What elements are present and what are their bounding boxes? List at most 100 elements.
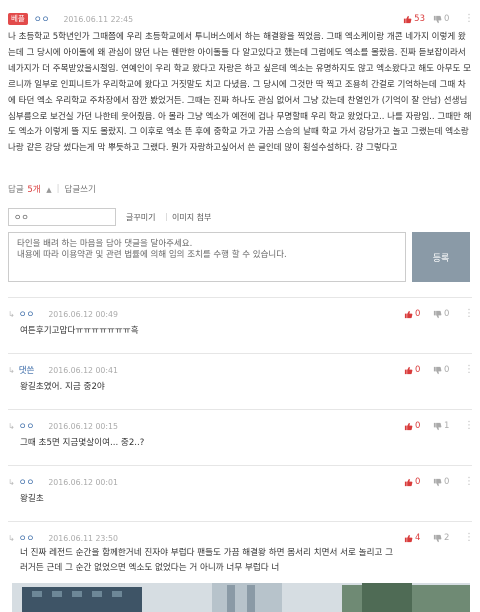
comment-text: 그때 초5면 지금몇살이여... 중2..? xyxy=(20,438,145,448)
reply-label: 답글 xyxy=(8,185,24,195)
comment-downvote-button[interactable]: 2 xyxy=(433,533,454,543)
comment-downvote-button[interactable]: 1 xyxy=(433,421,454,431)
comment-upvote-button[interactable]: 4 xyxy=(404,533,425,543)
comment-author[interactable]: ㅇㅇ xyxy=(19,532,35,544)
post-body: 나 초등학교 5학년인가 그때쯤에 우리 초등학교에서 투니버스에서 하는 해결… xyxy=(8,32,472,154)
comment-text-line: 러거든 근데 그 순간 없었으면 엑소도 없었다는 거 아니까 너무 부럽다 너 xyxy=(20,563,280,573)
comment-upvote-count: 0 xyxy=(415,421,421,431)
comment-author[interactable]: ㅇㅇ xyxy=(19,420,35,432)
comment-upvote-button[interactable]: 0 xyxy=(404,477,425,487)
more-options-icon[interactable]: ⋮ xyxy=(464,365,474,375)
comment-author[interactable]: 댓쓴 xyxy=(19,364,35,376)
building-photo xyxy=(12,583,470,612)
placeholder-line-2: 내용에 따라 이용약관 및 관련 법률에 의해 임의 조치를 수행 할 수 있습… xyxy=(17,250,287,260)
post-downvote-count: 0 xyxy=(444,14,450,24)
thumbs-down-icon xyxy=(433,310,442,318)
more-options-icon[interactable]: ⋮ xyxy=(464,421,474,431)
comment-photo[interactable] xyxy=(12,583,470,612)
comment-text: 여튼후기고맙다ㅠㅠㅠㅠㅠㅠㅠ흑 xyxy=(20,326,139,336)
comment-downvote-button[interactable]: 0 xyxy=(433,309,454,319)
comment-upvote-count: 0 xyxy=(415,365,421,375)
divider xyxy=(8,521,472,522)
comment-downvote-count: 1 xyxy=(444,421,450,431)
comment-textarea[interactable]: 타인을 배려 하는 마음을 담아 댓글을 달아주세요. 내용에 따라 이용약관 … xyxy=(8,232,406,282)
comment-meta: ↳ ㅇㅇ 2016.06.12 00:01 0 0 ⋮ xyxy=(0,475,480,489)
post-date: 2016.06.11 22:45 xyxy=(63,14,134,24)
thumbs-down-icon xyxy=(433,478,442,486)
comment-text: 왕길초였어. 지금 중2야 xyxy=(20,382,105,392)
thumbs-up-icon xyxy=(404,366,413,374)
comment-upvote-count: 0 xyxy=(415,309,421,319)
comment-author-name: ㅇㅇ xyxy=(18,310,35,320)
comment-downvote-button[interactable]: 0 xyxy=(433,365,454,375)
comment-downvote-count: 0 xyxy=(444,309,450,319)
post-downvote-button[interactable]: 0 xyxy=(433,14,454,24)
comment-date: 2016.06.12 00:01 xyxy=(48,477,118,487)
comment-author-name: ㅇㅇ xyxy=(18,534,35,544)
text-format-tool[interactable]: 글꾸미기 xyxy=(126,212,155,223)
comment-date: 2016.06.11 23:50 xyxy=(48,533,118,543)
post-meta: 베플 ㅇㅇ 2016.06.11 22:45 53 0 ⋮ xyxy=(0,12,480,26)
write-reply-link[interactable]: 답글쓰기 xyxy=(65,183,96,195)
comment-date: 2016.06.12 00:49 xyxy=(48,309,118,319)
post-author-name: ㅇㅇ xyxy=(33,15,50,25)
comment-upvote-button[interactable]: 0 xyxy=(404,421,425,431)
post-upvote-count: 53 xyxy=(414,14,425,24)
post-upvote-button[interactable]: 53 xyxy=(403,14,425,24)
comment-author[interactable]: ㅇㅇ xyxy=(19,476,35,488)
comment-downvote-count: 0 xyxy=(444,477,450,487)
comment-author[interactable]: ㅇㅇ xyxy=(19,308,35,320)
thumbs-down-icon xyxy=(433,422,442,430)
more-options-icon[interactable]: ⋮ xyxy=(464,309,474,319)
reply-count: 5개 xyxy=(27,185,41,195)
comment-author-name: ㅇㅇ xyxy=(18,478,35,488)
comment-upvote-count: 0 xyxy=(415,477,421,487)
reply-arrow-icon: ↳ xyxy=(8,421,15,431)
more-options-icon[interactable]: ⋮ xyxy=(464,14,474,24)
comment-bar: 답글 5개 ▲ | 답글쓰기 xyxy=(8,183,96,195)
comment-downvote-button[interactable]: 0 xyxy=(433,477,454,487)
comment-downvote-count: 2 xyxy=(444,533,450,543)
comment-downvote-count: 0 xyxy=(444,365,450,375)
thumbs-up-icon xyxy=(404,478,413,486)
comment-upvote-button[interactable]: 0 xyxy=(404,365,425,375)
thumbs-down-icon xyxy=(433,534,442,542)
comment-date: 2016.06.12 00:15 xyxy=(48,421,118,431)
more-options-icon[interactable]: ⋮ xyxy=(464,533,474,543)
thumbs-up-icon xyxy=(404,422,413,430)
thumbs-up-icon xyxy=(404,310,413,318)
comment-upvote-button[interactable]: 0 xyxy=(404,309,425,319)
divider xyxy=(8,465,472,466)
tool-divider: | xyxy=(165,212,168,221)
best-badge: 베플 xyxy=(8,13,28,25)
divider xyxy=(8,409,472,410)
reply-arrow-icon: ↳ xyxy=(8,365,15,375)
comment-author-name: 댓쓴 xyxy=(18,366,35,376)
comment-author-name: ㅇㅇ xyxy=(18,422,35,432)
comment-text: 왕길초 xyxy=(20,494,44,504)
comment-upvote-count: 4 xyxy=(415,533,421,543)
comment-meta: ↳ ㅇㅇ 2016.06.12 00:49 0 0 ⋮ xyxy=(0,307,480,321)
placeholder-line-1: 타인을 배려 하는 마음을 담아 댓글을 달아주세요. xyxy=(17,239,193,249)
comment-meta: ↳ ㅇㅇ 2016.06.12 00:15 0 1 ⋮ xyxy=(0,419,480,433)
divider xyxy=(8,353,472,354)
comment-meta: ↳ ㅇㅇ 2016.06.11 23:50 4 2 ⋮ xyxy=(0,531,480,545)
submit-button[interactable]: 등록 xyxy=(412,232,470,282)
thumbs-down-icon xyxy=(433,15,442,23)
divider: | xyxy=(56,184,60,194)
comment-meta: ↳ 댓쓴 2016.06.12 00:41 0 0 ⋮ xyxy=(0,363,480,377)
post-author[interactable]: ㅇㅇ xyxy=(34,13,50,25)
more-options-icon[interactable]: ⋮ xyxy=(464,477,474,487)
reply-arrow-icon: ↳ xyxy=(8,533,15,543)
comment-text-line: 너 진짜 레전드 순간을 함께한거네 진자야 부럽다 팬들도 가끔 해결왕 하면… xyxy=(20,548,394,558)
reply-arrow-icon: ↳ xyxy=(8,309,15,319)
thumbs-down-icon xyxy=(433,366,442,374)
reply-count-toggle[interactable]: 답글 5개 ▲ xyxy=(8,183,52,195)
comment-date: 2016.06.12 00:41 xyxy=(48,365,118,375)
divider xyxy=(8,297,472,298)
author-name-input[interactable] xyxy=(8,208,116,226)
reply-arrow-icon: ↳ xyxy=(8,477,15,487)
thumbs-up-icon xyxy=(404,15,412,23)
attach-image-tool[interactable]: 이미지 첨부 xyxy=(172,212,211,223)
chevron-up-icon: ▲ xyxy=(46,186,52,194)
